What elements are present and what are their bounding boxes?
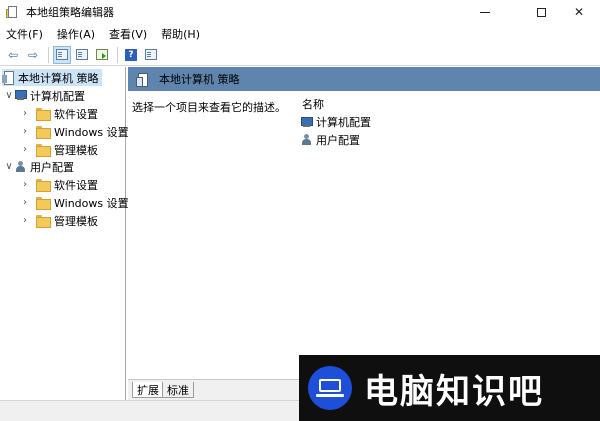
- details-header-title: 本地计算机 策略: [159, 73, 240, 86]
- console-tree-icon: [56, 49, 68, 60]
- watermark-text: 电脑知识吧: [364, 371, 544, 412]
- close-button[interactable]: ✕: [556, 0, 600, 24]
- minimize-icon: [480, 11, 490, 13]
- tree-item-windows-settings[interactable]: › Windows 设置: [20, 194, 129, 211]
- properties-button[interactable]: [73, 46, 91, 64]
- minimize-button[interactable]: [462, 0, 508, 24]
- menu-file[interactable]: 文件(F): [6, 26, 43, 42]
- menu-help[interactable]: 帮助(H): [161, 26, 200, 42]
- folder-icon: [36, 126, 51, 139]
- collapsed-chevron-icon[interactable]: ›: [20, 179, 30, 190]
- tab-standard[interactable]: 标准: [162, 382, 194, 398]
- tree-item-software-settings[interactable]: › 软件设置: [20, 105, 98, 122]
- expanded-chevron-icon[interactable]: ∨: [4, 90, 14, 101]
- tree-item-label: 用户配置: [30, 160, 74, 174]
- tree-item-label: 计算机配置: [30, 89, 85, 103]
- tree-item-administrative-templates[interactable]: › 管理模板: [20, 212, 98, 229]
- back-button[interactable]: ⇦: [4, 46, 22, 64]
- tree-item-label: 本地计算机 策略: [18, 71, 99, 85]
- collapsed-chevron-icon[interactable]: ›: [20, 144, 30, 155]
- forward-arrow-icon: ⇨: [27, 47, 39, 62]
- menu-view[interactable]: 查看(V): [109, 26, 147, 42]
- folder-icon: [36, 215, 51, 228]
- laptop-logo-icon: [308, 366, 352, 410]
- help-button[interactable]: ?: [122, 46, 140, 64]
- tree-item-label: 管理模板: [54, 143, 98, 157]
- tree-item-windows-settings[interactable]: › Windows 设置: [20, 123, 129, 140]
- menu-action[interactable]: 操作(A): [57, 26, 95, 42]
- collapsed-chevron-icon[interactable]: ›: [20, 108, 30, 119]
- policy-document-icon: [2, 71, 14, 85]
- toolbar-separator: [48, 46, 49, 63]
- console-tree: 本地计算机 策略 ∨ 计算机配置 › 软件设置 › Windows 设置 › 管…: [0, 67, 129, 400]
- collapsed-chevron-icon[interactable]: ›: [20, 197, 30, 208]
- maximize-icon: [536, 7, 546, 17]
- details-pane: 本地计算机 策略 选择一个项目来查看它的描述。 名称 计算机配置 用户配置: [128, 67, 600, 379]
- action-pane-button[interactable]: [142, 46, 160, 64]
- folder-icon: [36, 144, 51, 157]
- description-text: 选择一个项目来查看它的描述。: [132, 101, 286, 114]
- tree-item-software-settings[interactable]: › 软件设置: [20, 176, 98, 193]
- tree-item-administrative-templates[interactable]: › 管理模板: [20, 141, 98, 158]
- watermark-banner: 电脑知识吧: [299, 355, 600, 421]
- computer-icon: [14, 90, 27, 101]
- action-pane-icon: [145, 49, 157, 60]
- help-icon: ?: [125, 48, 137, 61]
- back-arrow-icon: ⇦: [7, 47, 19, 62]
- tree-item-label: 软件设置: [54, 178, 98, 192]
- tree-item-label: 管理模板: [54, 214, 98, 228]
- title-bar: 本地组策略编辑器 ✕: [0, 0, 600, 24]
- tree-item-label: Windows 设置: [54, 125, 129, 139]
- menu-bar: 文件(F) 操作(A) 查看(V) 帮助(H): [0, 24, 600, 44]
- user-icon: [300, 134, 313, 146]
- export-list-button[interactable]: [93, 46, 111, 64]
- list-item-label: 计算机配置: [316, 116, 371, 129]
- window-title: 本地组策略编辑器: [26, 6, 114, 19]
- toolbar: ⇦ ⇨ ?: [0, 44, 600, 66]
- toolbar-separator: [117, 46, 118, 63]
- folder-icon: [36, 108, 51, 121]
- tree-item-user-configuration[interactable]: ∨ 用户配置: [4, 158, 74, 175]
- folder-icon: [36, 179, 51, 192]
- tree-item-computer-configuration[interactable]: ∨ 计算机配置: [4, 87, 85, 104]
- properties-icon: [76, 49, 88, 60]
- folder-icon: [36, 197, 51, 210]
- list-item-user-configuration[interactable]: 用户配置: [300, 132, 360, 148]
- tab-extended[interactable]: 扩展: [132, 382, 164, 398]
- tree-item-label: 软件设置: [54, 107, 98, 121]
- expanded-chevron-icon[interactable]: ∨: [4, 161, 14, 172]
- column-header-name[interactable]: 名称: [302, 96, 324, 112]
- show-hide-console-tree-button[interactable]: [53, 45, 71, 64]
- close-icon: ✕: [573, 5, 585, 19]
- export-list-icon: [96, 49, 108, 60]
- policy-document-icon: [136, 72, 149, 87]
- tree-item-label: Windows 设置: [54, 196, 129, 210]
- computer-icon: [300, 116, 313, 128]
- list-item-label: 用户配置: [316, 134, 360, 147]
- tree-item-local-computer-policy[interactable]: 本地计算机 策略: [2, 69, 102, 86]
- collapsed-chevron-icon[interactable]: ›: [20, 215, 30, 226]
- policy-editor-icon: [6, 5, 20, 19]
- forward-button[interactable]: ⇨: [24, 46, 42, 64]
- user-icon: [14, 160, 27, 173]
- collapsed-chevron-icon[interactable]: ›: [20, 126, 30, 137]
- details-header: 本地计算机 策略: [128, 67, 600, 91]
- list-item-computer-configuration[interactable]: 计算机配置: [300, 114, 371, 130]
